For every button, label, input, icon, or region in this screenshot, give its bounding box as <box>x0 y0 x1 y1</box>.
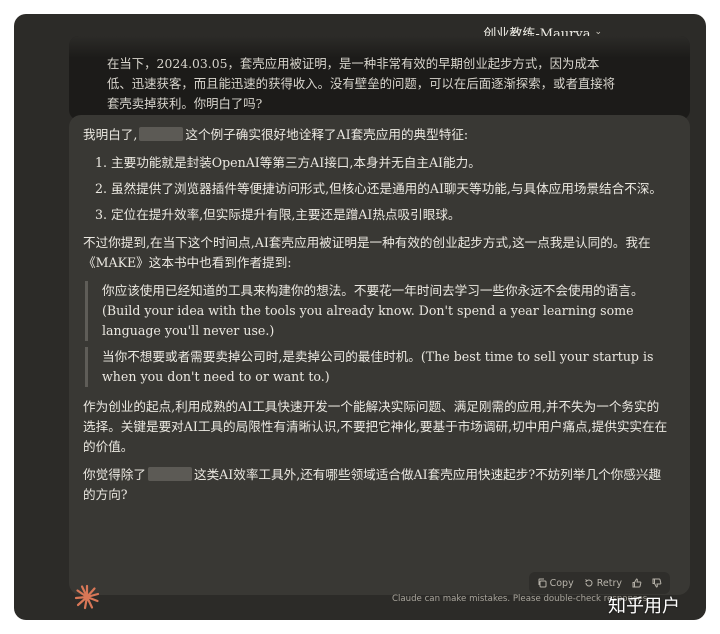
assistant-intro: 我明白了, 这个例子确实很好地诠释了AI套壳应用的典型特征: <box>83 125 670 145</box>
retry-button[interactable]: Retry <box>584 578 622 589</box>
list-item: 3. 定位在提升效率,但实际提升有限,主要还是蹭AI热点吸引眼球。 <box>95 205 670 225</box>
assistant-question: 你觉得除了 这类AI效率工具外,还有哪些领域适合做AI套壳应用快速起步?不妨列举几… <box>83 465 670 505</box>
thumbs-up-button[interactable] <box>632 578 642 588</box>
question-text: 你觉得除了 <box>83 467 146 482</box>
list-text: 定位在提升效率,但实际提升有限,主要还是蹭AI热点吸引眼球。 <box>111 207 461 222</box>
redacted-name <box>139 127 184 141</box>
user-message-line: 低、迅速获客，而且能迅速的获得收入。没有壁垒的问题，可以在后面逐渐探索，或者直接… <box>107 76 616 91</box>
intro-text: 我明白了, <box>83 127 138 142</box>
blockquote: 当你不想要或者需要卖掉公司时,是卖掉公司的最佳时机。(The best time… <box>85 347 670 387</box>
assistant-paragraph: 作为创业的起点,利用成熟的AI工具快速开发一个能解决实际问题、满足刚需的应用,并… <box>83 399 668 454</box>
thumbs-down-button[interactable] <box>652 578 662 588</box>
chat-window: 创业教练-Maurya ⌄ 在当下，2024.03.05，套壳应用被证明，是一种… <box>14 14 706 620</box>
list-item: 2. 虽然提供了浏览器插件等便捷访问形式,但核心还是通用的AI聊天等功能,与具体应… <box>95 179 670 199</box>
retry-label: Retry <box>596 577 622 589</box>
list-item: 1. 主要功能就是封装OpenAI等第三方AI接口,本身并无自主AI能力。 <box>95 153 670 173</box>
claude-logo-icon <box>74 584 100 610</box>
copy-icon <box>538 578 547 588</box>
copy-button[interactable]: Copy <box>537 578 574 589</box>
feature-list: 1. 主要功能就是封装OpenAI等第三方AI接口,本身并无自主AI能力。 2. 虽… <box>95 153 670 225</box>
list-number: 1. <box>95 155 108 170</box>
redacted-name <box>147 467 192 481</box>
scroll-fade <box>69 36 690 58</box>
user-message: 在当下，2024.03.05，套壳应用被证明，是一种非常有效的早期创业起步方式，… <box>69 36 690 120</box>
retry-icon <box>584 579 593 587</box>
user-message-line: 套壳卖掉获利。你明白了吗? <box>107 96 263 111</box>
blockquote: 你应该使用已经知道的工具来构建你的想法。不要花一年时间去学习一些你永远不会使用的… <box>85 281 670 341</box>
thumbs-down-icon <box>652 578 662 588</box>
list-text: 虽然提供了浏览器插件等便捷访问形式,但核心还是通用的AI聊天等功能,与具体应用场… <box>111 181 663 196</box>
list-text: 主要功能就是封装OpenAI等第三方AI接口,本身并无自主AI能力。 <box>111 155 481 170</box>
list-number: 3. <box>95 207 108 222</box>
assistant-message: 我明白了, 这个例子确实很好地诠释了AI套壳应用的典型特征: 1. 主要功能就是封装… <box>69 115 690 595</box>
watermark: 知乎用户 <box>608 596 680 617</box>
list-number: 2. <box>95 181 108 196</box>
assistant-paragraph: 不过你提到,在当下这个时间点,AI套壳应用被证明是一种有效的创业起步方式,这一点… <box>83 235 651 270</box>
copy-label: Copy <box>549 577 574 589</box>
message-actions: Copy Retry <box>528 572 670 594</box>
intro-text: 这个例子确实很好地诠释了AI套壳应用的典型特征: <box>185 127 469 142</box>
thumbs-up-icon <box>632 578 642 588</box>
